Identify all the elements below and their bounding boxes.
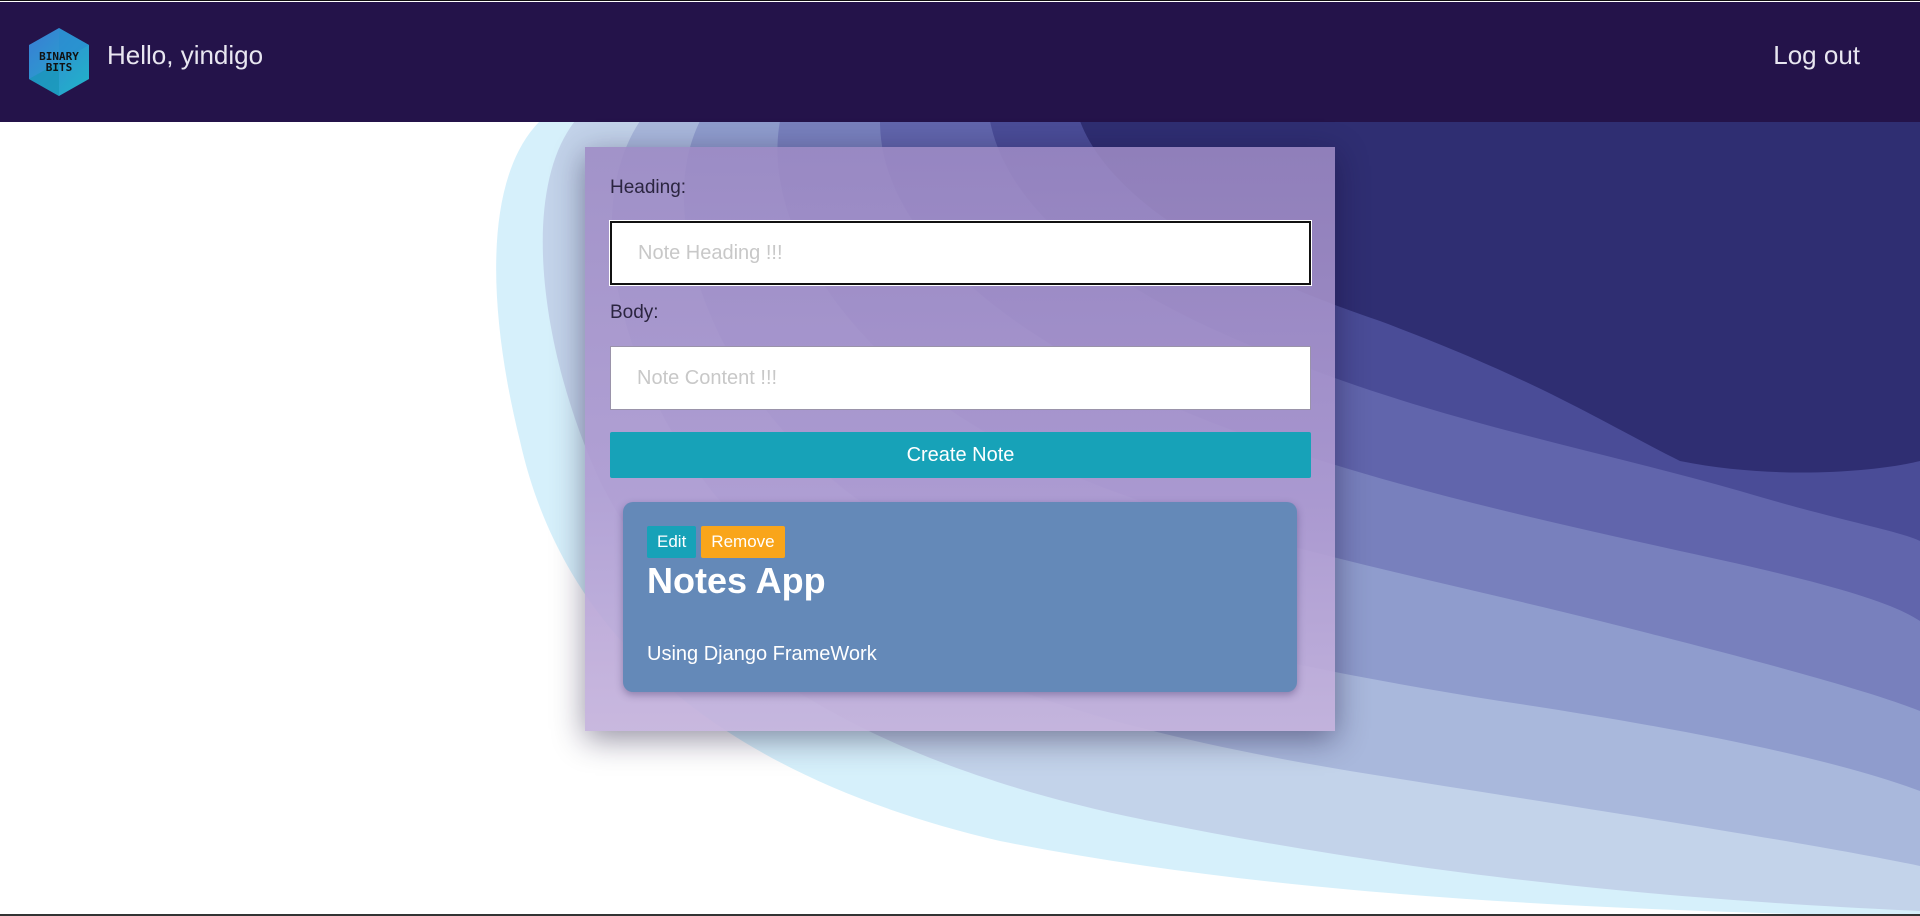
note-actions: Edit Remove: [647, 526, 785, 558]
user-greeting: Hello, yindigo: [107, 40, 264, 70]
logout-link[interactable]: Log out: [1773, 40, 1860, 71]
note-card: Edit Remove Notes App Using Django Frame…: [623, 502, 1297, 692]
logo-text-line2: BITS: [46, 61, 73, 74]
heading-label: Heading:: [610, 177, 687, 198]
body-input[interactable]: [610, 346, 1311, 410]
note-title: Notes App: [647, 560, 826, 601]
create-note-button[interactable]: Create Note: [610, 432, 1311, 478]
top-navbar: BINARY BITS Hello, yindigo Log out: [0, 2, 1920, 122]
body-label: Body:: [610, 302, 659, 323]
note-body: Using Django FrameWork: [647, 643, 877, 665]
note-form-card: Heading: Body: Create Note Edit Remove N…: [585, 147, 1335, 731]
remove-note-button[interactable]: Remove: [701, 526, 785, 558]
binary-bits-logo[interactable]: BINARY BITS: [27, 26, 91, 98]
heading-input[interactable]: [609, 220, 1312, 286]
edit-note-button[interactable]: Edit: [647, 526, 697, 558]
